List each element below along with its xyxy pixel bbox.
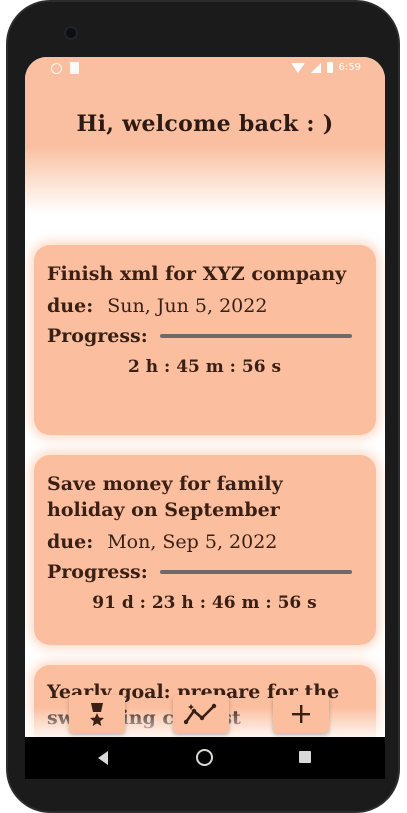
front-camera <box>64 26 78 40</box>
due-label: due: <box>47 295 94 317</box>
back-icon[interactable] <box>98 751 108 765</box>
notification-icon <box>51 62 62 74</box>
progress-label: Progress: <box>47 325 148 347</box>
wifi-icon <box>290 62 305 73</box>
countdown-timer: 91 d : 23 h : 46 m : 56 s <box>92 593 317 613</box>
header-gradient: Hi, welcome back : ) <box>25 57 385 227</box>
plus-icon <box>292 705 310 723</box>
home-icon[interactable] <box>196 749 213 766</box>
add-task-button[interactable] <box>273 695 329 733</box>
statistics-button[interactable] <box>173 695 229 733</box>
trend-chart-icon <box>184 703 217 725</box>
countdown-timer: 2 h : 45 m : 56 s <box>127 357 282 377</box>
greeting-title: Hi, welcome back : ) <box>76 111 334 137</box>
status-time: 6:59 <box>338 62 361 73</box>
task-card[interactable]: Save money for family holiday on Septemb… <box>34 455 376 645</box>
due-label: due: <box>47 531 94 553</box>
system-nav-bar <box>25 737 385 779</box>
due-date: Sun, Jun 5, 2022 <box>107 295 268 317</box>
recent-apps-icon[interactable] <box>299 751 311 763</box>
progress-bar <box>159 334 352 338</box>
signal-icon <box>310 62 321 73</box>
due-date: Mon, Sep 5, 2022 <box>107 531 278 553</box>
task-title: Save money for family holiday on Septemb… <box>47 473 283 521</box>
device-frame: Hi, welcome back : ) 6:59 Finish xml for… <box>0 0 407 813</box>
achievements-button[interactable] <box>69 695 125 733</box>
progress-bar <box>159 570 352 574</box>
medal-icon <box>90 703 104 726</box>
task-title: Finish xml for XYZ company <box>47 263 347 285</box>
status-bar: 6:59 <box>25 57 385 81</box>
battery-icon <box>326 62 333 73</box>
sim-card-icon <box>70 62 79 74</box>
task-card[interactable]: Finish xml for XYZ company due: Sun, Jun… <box>34 245 376 435</box>
app-screen: Hi, welcome back : ) 6:59 Finish xml for… <box>25 57 385 737</box>
progress-label: Progress: <box>47 561 148 583</box>
